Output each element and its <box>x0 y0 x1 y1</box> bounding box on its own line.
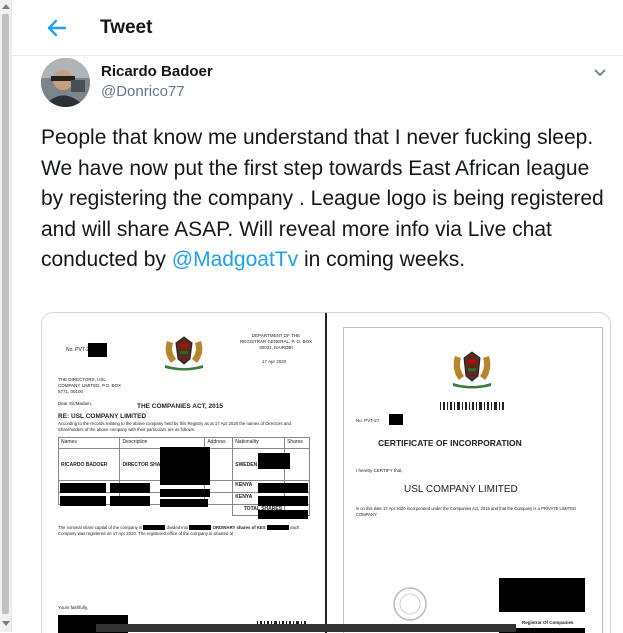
intro-paragraph: According to the records relating to the… <box>58 421 291 432</box>
col-names: Names <box>57 437 121 449</box>
author-handle[interactable]: @Donrico77 <box>101 83 185 100</box>
bottom-bar <box>96 624 516 632</box>
avatar[interactable] <box>41 58 90 107</box>
redaction <box>110 483 150 493</box>
letter-date: 17 Apr 2020 <box>262 359 287 364</box>
redaction <box>60 496 106 506</box>
chevron-down-icon[interactable] <box>593 65 607 77</box>
registrar-address: DEPARTMENT OF THE REGISTRAR GENERAL, P. … <box>240 333 312 350</box>
redaction <box>110 496 150 506</box>
certificate-title: CERTIFICATE OF INCORPORATION <box>378 438 522 448</box>
company-name: USL COMPANY LIMITED <box>404 484 518 495</box>
act-heading: THE COMPANIES ACT, 2015 <box>137 403 223 410</box>
arrow-left-icon <box>47 19 67 37</box>
redaction <box>389 414 403 425</box>
cell-name: RICARDO BADOER <box>57 448 121 481</box>
mention-link[interactable]: @MadgoatTv <box>172 248 298 271</box>
redaction <box>499 578 585 612</box>
scroll-up-arrow-icon[interactable] <box>2 4 10 9</box>
redaction <box>160 447 210 485</box>
col-nationality: Nationality <box>232 437 286 449</box>
certificate-body: is on this date 17 Apr 2020 incorporated… <box>356 506 577 517</box>
scroll-down-arrow-icon[interactable] <box>2 621 10 626</box>
tweet-media[interactable]: No. PVT-27 DEPARTMENT OF THE REGISTRAR G… <box>41 312 611 633</box>
seal-icon <box>393 587 427 621</box>
greeting: Dear Sir/Madam, <box>58 401 93 406</box>
certify-text: I hereby CERTIFY that, <box>356 468 403 473</box>
redaction <box>258 510 308 519</box>
closing: Yours faithfully, <box>58 605 89 610</box>
redaction <box>258 496 308 506</box>
redaction <box>88 343 107 357</box>
document-image-registry-letter[interactable]: No. PVT-27 DEPARTMENT OF THE REGISTRAR G… <box>42 313 327 633</box>
redaction <box>160 499 208 507</box>
author-name[interactable]: Ricardo Badoer <box>101 63 213 80</box>
signature-label: Registrar Of Companies <box>522 620 574 625</box>
redaction <box>60 483 106 493</box>
scrollbar-thumb[interactable] <box>2 14 9 614</box>
tweet-page: Tweet Ricardo Badoer @Donrico77 People t… <box>11 0 623 633</box>
back-button[interactable] <box>43 14 71 42</box>
page-header: Tweet <box>11 0 623 56</box>
redaction <box>160 489 210 497</box>
barcode-icon <box>440 402 504 410</box>
redaction <box>258 453 290 469</box>
addressee: THE DIRECTORS, USL COMPANY LIMITED, P.O.… <box>58 377 122 394</box>
document-image-certificate[interactable]: No. PVT-27 CERTIFICATE OF INCORPORATION … <box>343 327 603 633</box>
capital-paragraph: The nominal share capital of the company… <box>58 525 302 536</box>
re-heading: RE: USL COMPANY LIMITED <box>58 413 147 420</box>
tweet-text: People that know me understand that I ne… <box>41 126 604 271</box>
page-title: Tweet <box>100 17 153 38</box>
redaction <box>258 483 308 493</box>
col-shares: Shares <box>284 437 310 449</box>
coat-of-arms-icon <box>165 336 203 371</box>
doc-number: No. PVT-27 <box>356 418 380 423</box>
coat-of-arms-icon <box>453 351 491 389</box>
